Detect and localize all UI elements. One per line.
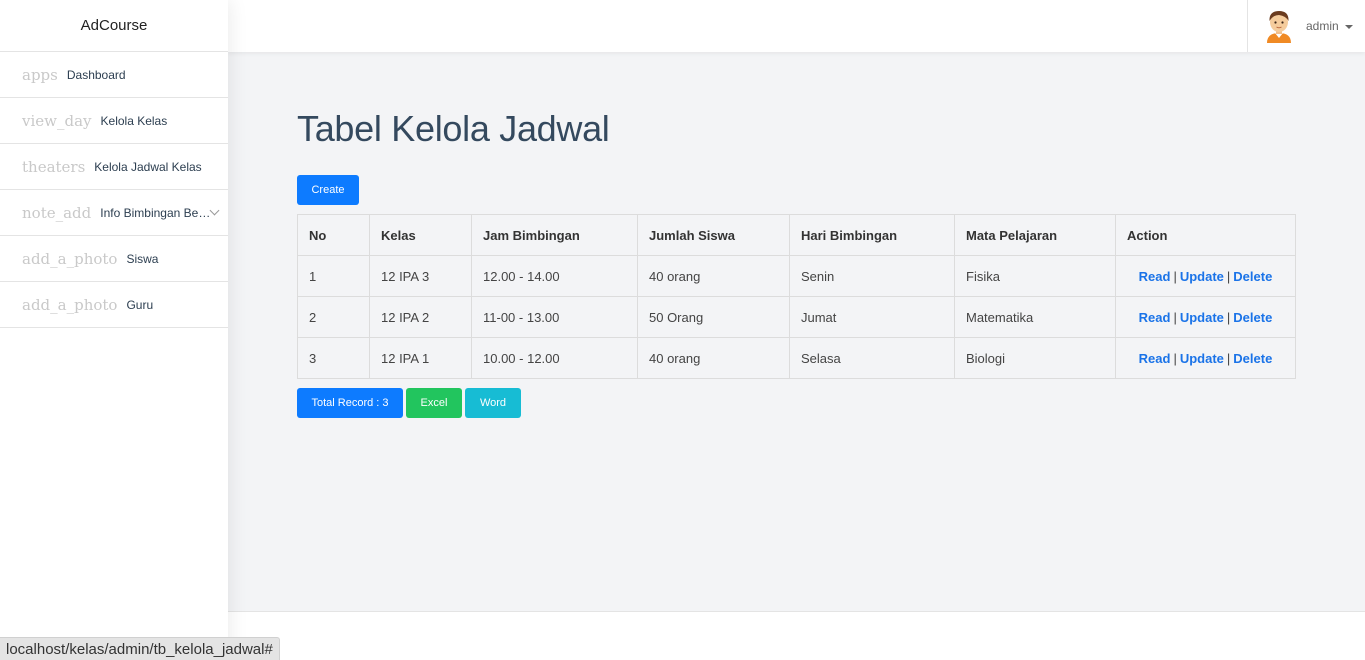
table-cell: 12 IPA 1 [369, 337, 472, 379]
action-cell: Read | Update | Delete [1115, 296, 1296, 338]
footer [228, 611, 1365, 660]
table-cell: 12 IPA 3 [369, 255, 472, 297]
add-a-photo-icon: add_a_photo [22, 295, 118, 314]
table-cell: Fisika [954, 255, 1116, 297]
column-header: Action [1115, 214, 1296, 256]
export-word-button[interactable]: Word [465, 388, 521, 418]
table-cell: 40 orang [637, 337, 790, 379]
sidebar-item-label: Guru [126, 297, 154, 312]
read-link[interactable]: Read [1139, 310, 1171, 325]
column-header: Kelas [369, 214, 472, 256]
sidebar-item-label: Kelola Kelas [100, 113, 168, 128]
view-day-icon: view_day [22, 111, 92, 130]
top-navbar: admin [228, 0, 1365, 52]
separator: | [1226, 350, 1231, 366]
apps-icon: apps [22, 65, 58, 84]
delete-link[interactable]: Delete [1233, 269, 1272, 284]
schedule-table: No Kelas Jam Bimbingan Jumlah Siswa Hari… [297, 214, 1296, 379]
separator: | [1173, 350, 1177, 366]
table-cell: 12.00 - 14.00 [471, 255, 638, 297]
status-bar-url: localhost/kelas/admin/tb_kelola_jadwal# [0, 637, 280, 660]
sidebar-item-label: Info Bimbingan Belajar [100, 205, 213, 220]
note-add-icon: note_add [22, 203, 92, 222]
table-cell: Biologi [954, 337, 1116, 379]
update-link[interactable]: Update [1180, 269, 1224, 284]
delete-link[interactable]: Delete [1233, 310, 1272, 325]
sidebar: AdCourse apps Dashboard view_day Kelola … [0, 0, 228, 660]
table-cell: Matematika [954, 296, 1116, 338]
table-cell: 1 [297, 255, 370, 297]
column-header: Hari Bimbingan [789, 214, 955, 256]
table-cell: 10.00 - 12.00 [471, 337, 638, 379]
update-link[interactable]: Update [1180, 310, 1224, 325]
user-name[interactable]: admin [1306, 19, 1339, 33]
table-cell: Jumat [789, 296, 955, 338]
sidebar-item-kelola-jadwal-kelas[interactable]: theaters Kelola Jadwal Kelas [0, 144, 228, 190]
separator: | [1173, 309, 1177, 325]
column-header: Jumlah Siswa [637, 214, 790, 256]
theaters-icon: theaters [22, 157, 86, 176]
sidebar-item-dashboard[interactable]: apps Dashboard [0, 52, 228, 98]
table-cell: 50 Orang [637, 296, 790, 338]
table-row: 2 12 IPA 2 11-00 - 13.00 50 Orang Jumat … [297, 296, 1296, 338]
sidebar-item-label: Kelola Jadwal Kelas [94, 159, 202, 174]
sidebar-item-label: Siswa [126, 251, 159, 266]
table-cell: 2 [297, 296, 370, 338]
table-footer-actions: Total Record : 3 Excel Word [297, 388, 521, 418]
table-cell: 3 [297, 337, 370, 379]
separator: | [1226, 309, 1231, 325]
create-button[interactable]: Create [297, 175, 359, 205]
sidebar-item-info-bimbingan[interactable]: note_add Info Bimbingan Belajar [0, 190, 228, 236]
column-header: Mata Pelajaran [954, 214, 1116, 256]
update-link[interactable]: Update [1180, 351, 1224, 366]
add-a-photo-icon: add_a_photo [22, 249, 118, 268]
export-excel-button[interactable]: Excel [406, 388, 462, 418]
sidebar-item-kelola-kelas[interactable]: view_day Kelola Kelas [0, 98, 228, 144]
sidebar-item-label: Dashboard [66, 67, 126, 82]
column-header: No [297, 214, 370, 256]
caret-down-icon[interactable] [1344, 24, 1353, 29]
table-cell: Selasa [789, 337, 955, 379]
separator: | [1173, 268, 1177, 284]
user-menu[interactable]: admin [1247, 0, 1365, 52]
column-header: Jam Bimbingan [471, 214, 638, 256]
table-cell: 12 IPA 2 [369, 296, 472, 338]
table-row: 1 12 IPA 3 12.00 - 14.00 40 orang Senin … [297, 255, 1296, 297]
brand-logo[interactable]: AdCourse [0, 0, 228, 52]
main-content: Tabel Kelola Jadwal Create No Kelas Jam … [297, 108, 1297, 418]
table-header-row: No Kelas Jam Bimbingan Jumlah Siswa Hari… [297, 214, 1296, 256]
sidebar-item-siswa[interactable]: add_a_photo Siswa [0, 236, 228, 282]
read-link[interactable]: Read [1139, 269, 1171, 284]
table-row: 3 12 IPA 1 10.00 - 12.00 40 orang Selasa… [297, 337, 1296, 379]
table-cell: 40 orang [637, 255, 790, 297]
action-cell: Read | Update | Delete [1115, 255, 1296, 297]
separator: | [1226, 268, 1231, 284]
sidebar-item-guru[interactable]: add_a_photo Guru [0, 282, 228, 328]
page-title: Tabel Kelola Jadwal [297, 108, 610, 149]
delete-link[interactable]: Delete [1233, 351, 1272, 366]
total-record-button[interactable]: Total Record : 3 [297, 388, 403, 418]
avatar[interactable] [1264, 9, 1294, 43]
table-cell: Senin [789, 255, 955, 297]
table-cell: 11-00 - 13.00 [471, 296, 638, 338]
read-link[interactable]: Read [1139, 351, 1171, 366]
action-cell: Read | Update | Delete [1115, 337, 1296, 379]
